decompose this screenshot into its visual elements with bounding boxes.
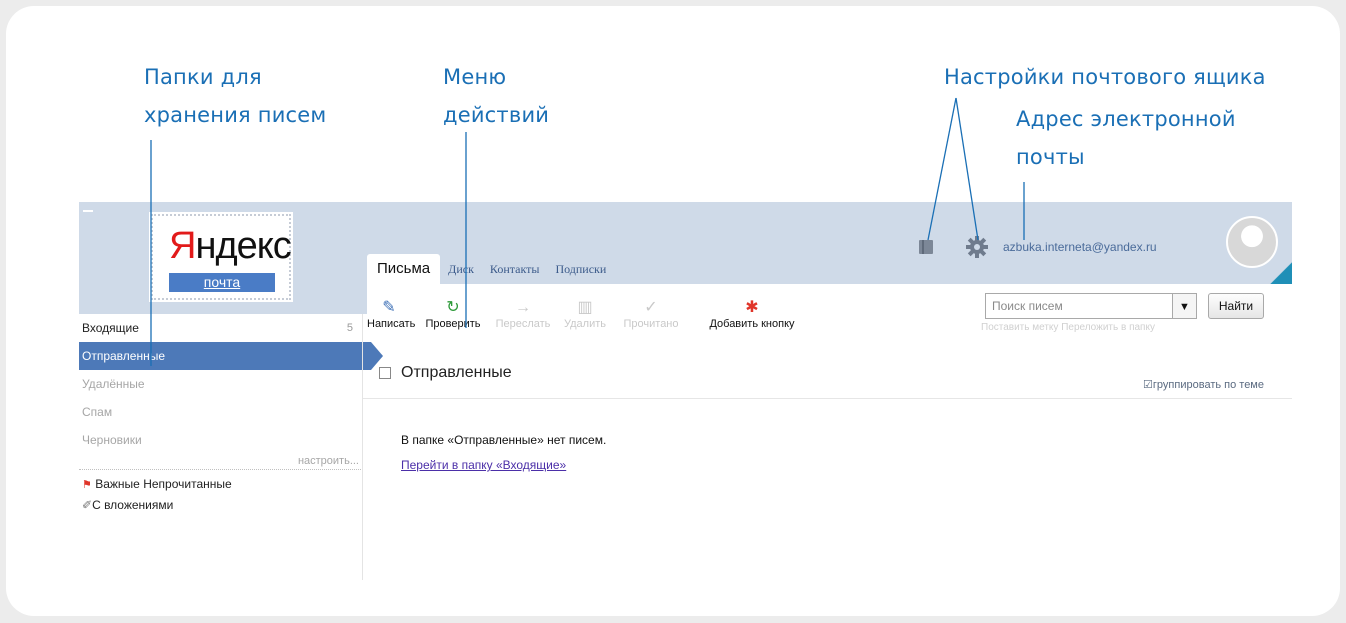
arrow-right-icon: → — [515, 299, 531, 316]
user-email[interactable]: azbuka.interneta@yandex.ru — [1003, 240, 1157, 254]
folder-sidebar: Входящие 5 Отправленные Удалённые Спам Ч… — [79, 314, 383, 580]
delete-button[interactable]: ▥ Удалить — [559, 298, 611, 330]
add-button-label: Добавить кнопку — [709, 318, 795, 330]
inbox-count: 5 — [346, 322, 353, 334]
header-divider — [363, 398, 1292, 399]
forward-label: Переслать — [495, 318, 551, 330]
inbox-label: Входящие — [82, 321, 139, 335]
forward-button[interactable]: → Переслать — [493, 298, 553, 330]
empty-folder-message: В папке «Отправленные» нет писем. — [401, 433, 607, 447]
check-mail-button[interactable]: ↻ Проверить — [423, 298, 483, 330]
tab-mail[interactable]: Письма — [367, 254, 441, 284]
check-mail-label: Проверить — [425, 318, 481, 330]
mark-read-label: Прочитано — [623, 318, 679, 330]
group-label: группировать по теме — [1152, 379, 1264, 391]
refresh-icon: ↻ — [446, 299, 460, 316]
mail-window: Яндекс почта Письма Диск Контакты Подпис… — [79, 202, 1292, 580]
annotation-address-line1: Адрес электронной — [1016, 107, 1236, 131]
logo-mail-label: почта — [169, 273, 275, 292]
sidebar-item-sent[interactable]: Отправленные — [79, 342, 383, 370]
search-sublinks: Поставить метку Переложить в папку — [981, 322, 1155, 333]
flag-icon: ⚑ — [82, 479, 92, 491]
label-unread[interactable]: Непрочитанные — [143, 477, 231, 491]
checkmark-icon: ✓ — [644, 299, 658, 316]
tab-disk[interactable]: Диск — [440, 262, 482, 284]
themes-icon[interactable] — [917, 238, 935, 256]
annotation-settings: Настройки почтового ящика — [944, 65, 1266, 89]
annotation-address: Адрес электронной почты — [1016, 100, 1236, 176]
annotation-address-line2: почты — [1016, 145, 1085, 169]
sidebar-divider — [362, 314, 363, 580]
find-button[interactable]: Найти — [1208, 293, 1264, 319]
gear-icon[interactable] — [965, 235, 989, 259]
search-input[interactable]: Поиск писем — [985, 293, 1173, 319]
group-by-thread-toggle[interactable]: ☑группировать по теме — [1143, 378, 1264, 391]
folder-header: Отправленные — [379, 364, 512, 382]
configure-link[interactable]: настроить... — [79, 454, 361, 470]
sidebar-item-deleted[interactable]: Удалённые — [79, 370, 361, 398]
label-attachments[interactable]: С вложениями — [92, 498, 173, 512]
tab-subscriptions[interactable]: Подписки — [547, 262, 614, 284]
compose-button[interactable]: ✎ Написать — [367, 298, 415, 330]
minimize-icon[interactable] — [83, 210, 93, 220]
sidebar-item-drafts[interactable]: Черновики — [79, 426, 361, 454]
pencil-icon: ✎ — [382, 299, 396, 316]
service-tabs: Письма Диск Контакты Подписки — [367, 254, 614, 284]
annotation-folders-line1: Папки для — [144, 65, 262, 89]
delete-label: Удалить — [564, 318, 606, 330]
checkbox-icon: ☑ — [1143, 379, 1153, 391]
mark-read-button[interactable]: ✓ Прочитано — [621, 298, 681, 330]
annotation-menu: Меню действий — [443, 58, 549, 134]
search-dropdown[interactable]: ▼ — [1173, 293, 1197, 319]
select-all-checkbox[interactable] — [379, 367, 391, 379]
logo-letter: Я — [169, 225, 196, 267]
trash-icon: ▥ — [577, 299, 593, 316]
logo-rest: ндекс — [195, 225, 291, 267]
yandex-logo[interactable]: Яндекс почта — [151, 214, 292, 300]
annotation-folders: Папки для хранения писем — [144, 58, 326, 134]
paperclip-icon: ✐ — [82, 498, 93, 512]
annotation-menu-line2: действий — [443, 103, 550, 127]
annotation-menu-line1: Меню — [443, 65, 507, 89]
sidebar-item-inbox[interactable]: Входящие 5 — [79, 314, 361, 342]
logo-wordmark: Яндекс — [169, 225, 292, 267]
folder-title: Отправленные — [401, 364, 512, 381]
label-important[interactable]: Важные — [95, 477, 140, 491]
tab-contacts[interactable]: Контакты — [482, 262, 548, 284]
sparkle-icon: ✱ — [745, 299, 759, 316]
action-toolbar: ✎ Написать ↻ Проверить → Переслать ▥ Уда… — [367, 284, 1292, 338]
add-button-button[interactable]: ✱ Добавить кнопку — [692, 298, 812, 330]
header-right: azbuka.interneta@yandex.ru — [917, 232, 1157, 262]
annotation-folders-line2: хранения писем — [144, 103, 327, 127]
sidebar-labels: ⚑ Важные Непрочитанные ✐С вложениями — [79, 474, 361, 515]
sidebar-item-spam[interactable]: Спам — [79, 398, 361, 426]
compose-label: Написать — [367, 318, 416, 330]
go-to-inbox-link[interactable]: Перейти в папку «Входящие» — [401, 458, 566, 472]
